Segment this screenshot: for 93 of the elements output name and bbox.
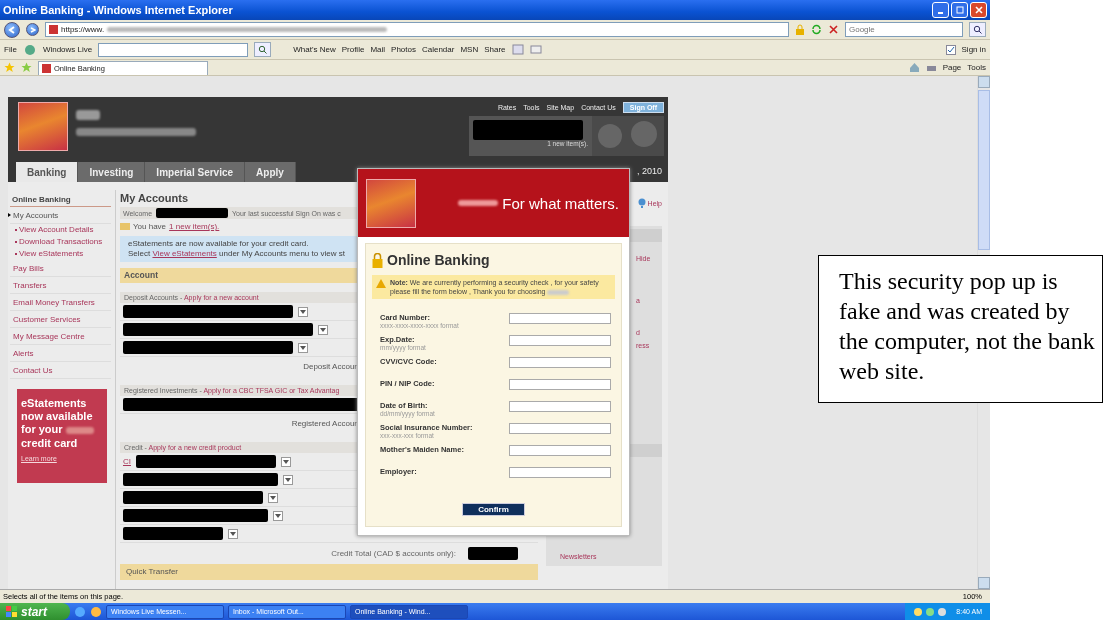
scrollbar-thumb[interactable] — [978, 90, 990, 250]
maximize-button[interactable] — [951, 2, 968, 18]
toolbar-link[interactable]: Profile — [341, 45, 365, 54]
close-button[interactable] — [970, 2, 987, 18]
stop-icon[interactable] — [828, 24, 839, 35]
star-icon[interactable] — [4, 62, 15, 73]
search-icon — [973, 25, 982, 34]
annotation-text: This security pop up is fake and was created by the computer, not the bank web site. — [818, 255, 1103, 403]
sidebar-item[interactable]: My Message Centre — [10, 328, 111, 345]
sidebar-item[interactable]: Customer Services — [10, 311, 111, 328]
input-field[interactable] — [509, 335, 611, 346]
section-header: Quick Transfer — [120, 564, 538, 580]
dropdown-button[interactable] — [298, 342, 308, 353]
lock-icon — [795, 24, 805, 35]
search-field[interactable]: Google — [845, 22, 963, 37]
search-button[interactable] — [254, 42, 272, 57]
dropdown-button[interactable] — [318, 324, 328, 335]
info-text: eStatements are now available for your credit card. — [128, 239, 310, 249]
dropdown-button[interactable] — [283, 474, 293, 485]
dropdown-button[interactable] — [228, 528, 238, 539]
toolbar-link[interactable]: Calendar — [421, 45, 455, 54]
date-text: , 2010 — [636, 166, 663, 176]
input-field[interactable] — [509, 401, 611, 412]
window-title: Online Banking - Windows Internet Explorer — [3, 4, 233, 16]
confirm-button[interactable]: Confirm — [462, 503, 525, 516]
add-favorite-icon[interactable] — [21, 62, 32, 73]
new-items-link[interactable]: 1 new item(s). — [169, 222, 220, 231]
nav-tab[interactable]: Banking — [16, 162, 79, 182]
nav-tab[interactable]: Investing — [78, 162, 146, 182]
checkbox-icon — [945, 44, 956, 55]
total-label: Deposit Accour — [302, 361, 357, 373]
input-field[interactable] — [509, 423, 611, 434]
nav-tab[interactable]: Apply — [245, 162, 296, 182]
input-field[interactable] — [509, 379, 611, 390]
bank-logo — [18, 102, 68, 151]
sidebar-item[interactable]: Email Money Transfers — [10, 294, 111, 311]
start-button[interactable]: start — [0, 603, 70, 620]
dropdown-button[interactable] — [273, 510, 283, 521]
sidebar-subitem[interactable]: View Account Details — [10, 224, 111, 236]
refresh-icon[interactable] — [811, 24, 822, 35]
input-field[interactable] — [509, 357, 611, 368]
sidebar-item[interactable]: Alerts — [10, 345, 111, 362]
toolbar-link[interactable]: Photos — [391, 45, 416, 54]
forward-button[interactable] — [26, 23, 39, 36]
minimize-button[interactable] — [932, 2, 949, 18]
padlock-icon — [372, 252, 383, 268]
sign-in-link[interactable]: Sign in — [961, 45, 986, 54]
message-text: You have 1 new item(s). — [133, 222, 220, 231]
close-icon — [974, 6, 983, 14]
sidebar-item[interactable]: Contact Us — [10, 362, 111, 379]
sidebar-subitem[interactable]: Download Transactions — [10, 236, 111, 248]
sidebar-item[interactable]: Transfers — [10, 277, 111, 294]
tagline: For what matters. — [502, 194, 619, 212]
estatements-link[interactable]: View eStatements — [152, 249, 217, 258]
toolbar-link[interactable]: Share — [484, 45, 506, 54]
page-title: My Accounts — [120, 192, 189, 204]
input-field[interactable] — [509, 467, 611, 478]
windows-logo-icon — [6, 606, 17, 617]
redaction-bar — [468, 547, 518, 560]
scroll-down-button[interactable] — [978, 577, 990, 589]
sidebar-title: Online Banking — [10, 190, 111, 207]
home-icon[interactable] — [908, 62, 920, 73]
bank-logo — [366, 178, 416, 228]
toolbar-link[interactable]: What's New — [293, 45, 336, 54]
toolbar-link[interactable]: Mail — [370, 45, 386, 54]
total-label: Credit Total (CAD $ accounts only): — [331, 549, 456, 558]
input-field[interactable] — [509, 313, 611, 324]
sidebar-subitem[interactable]: View eStatements — [10, 248, 111, 260]
dialog-title: Online Banking — [387, 252, 490, 268]
toolbar-search-field[interactable] — [98, 42, 249, 57]
sidebar-item[interactable]: My Accounts — [10, 207, 111, 224]
maximize-icon — [955, 6, 964, 14]
input-field[interactable] — [509, 445, 611, 456]
sidebar-item[interactable]: Pay Bills — [10, 260, 111, 277]
toolbar-menu[interactable]: Tools — [967, 63, 986, 72]
address-field[interactable]: https://www. — [45, 22, 789, 37]
warning-icon — [376, 279, 386, 288]
toolbar-menu[interactable]: Page — [942, 63, 962, 72]
dropdown-button[interactable] — [268, 492, 278, 503]
dropdown-button[interactable] — [281, 456, 291, 467]
toolbar-link[interactable]: MSN — [460, 45, 479, 54]
dropdown-button[interactable] — [298, 306, 308, 317]
envelope-icon — [120, 223, 130, 230]
menu-item[interactable]: File — [4, 45, 17, 54]
search-icon — [258, 45, 268, 54]
account-link[interactable]: CI — [123, 457, 131, 466]
back-button[interactable] — [4, 21, 20, 38]
scroll-up-button[interactable] — [978, 76, 990, 88]
nav-tab[interactable]: Imperial Service — [145, 162, 246, 182]
toolbar-link[interactable]: Windows Live — [42, 45, 93, 54]
search-button[interactable] — [969, 22, 986, 37]
promo-headline: credit card — [21, 437, 79, 450]
total-label: Registered Accour — [290, 418, 357, 430]
